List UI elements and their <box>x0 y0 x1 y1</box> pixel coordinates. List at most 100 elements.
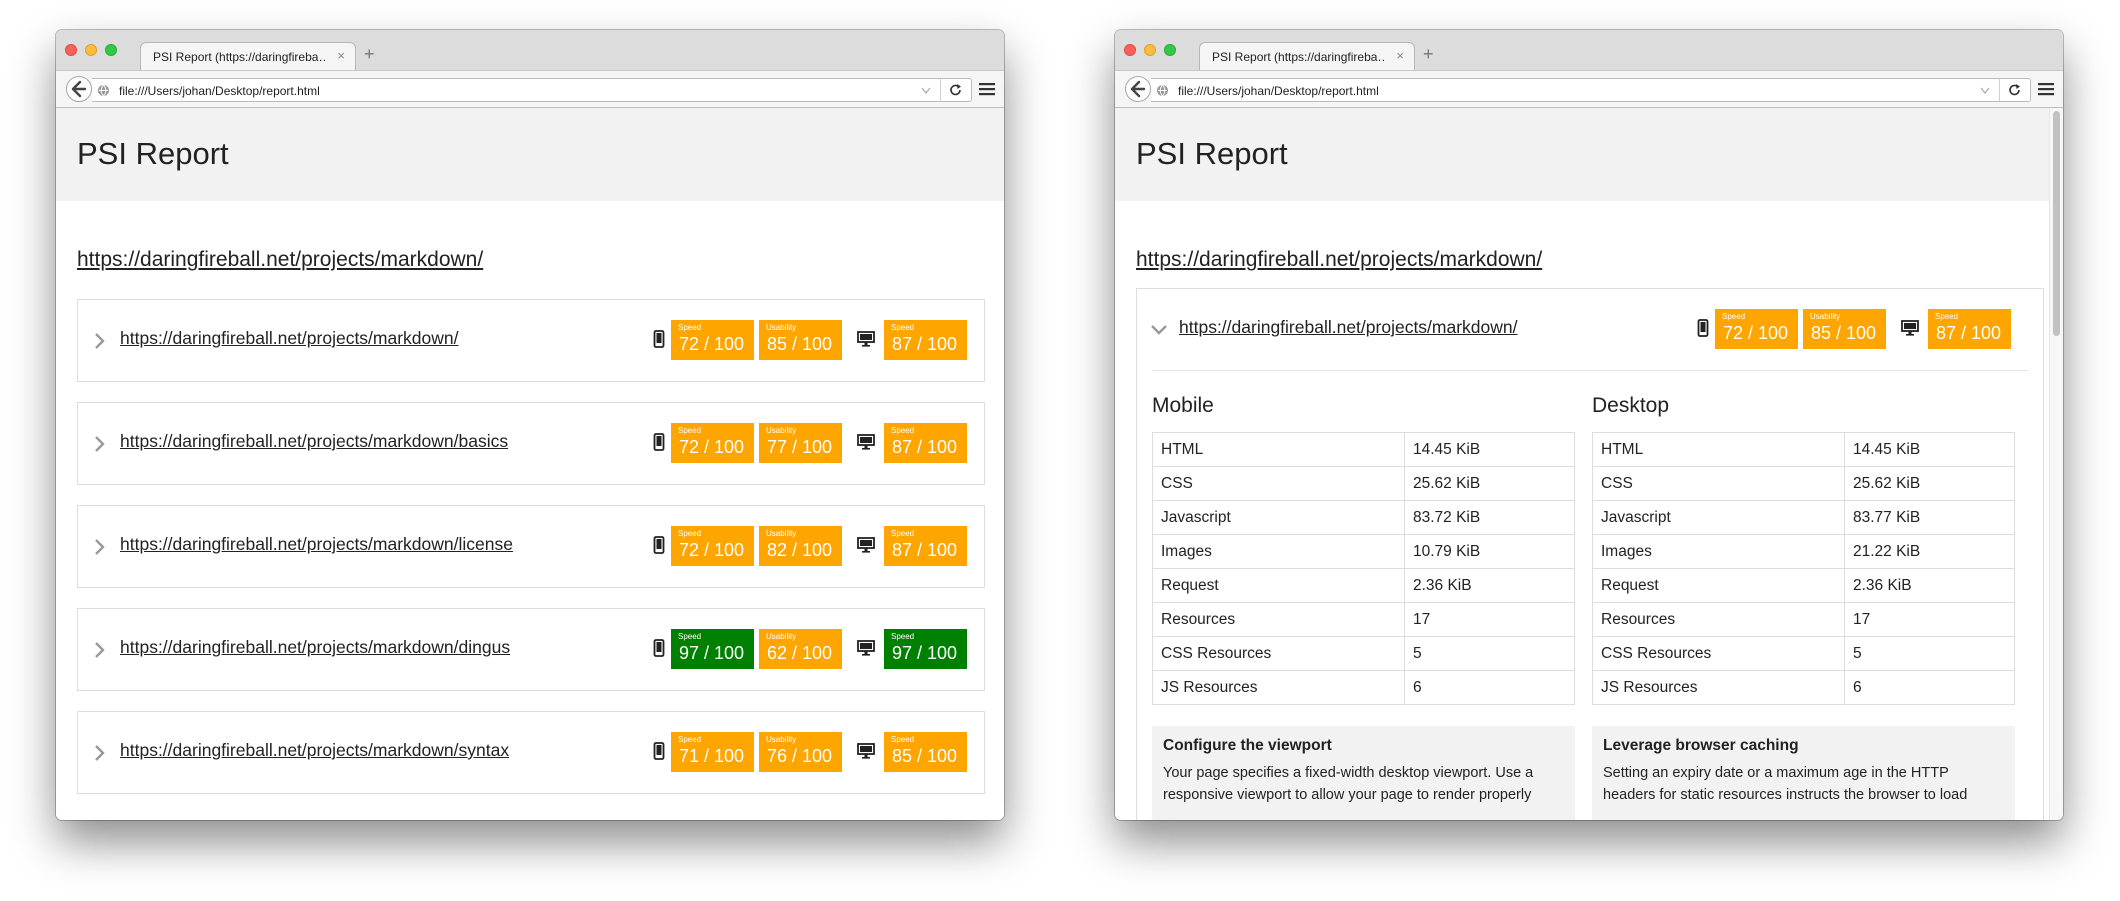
site-url-link[interactable]: https://daringfireball.net/projects/mark… <box>77 248 483 272</box>
badge-label: Speed <box>891 426 915 435</box>
desktop-monitor-icon <box>857 640 875 656</box>
mobile-device-icon <box>653 536 665 554</box>
url-dropdown-icon[interactable] <box>1980 84 1990 96</box>
hamburger-menu-icon[interactable] <box>978 80 996 98</box>
stat-value: 14.45 KiB <box>1844 432 2015 467</box>
badge-label: Usability <box>766 426 797 435</box>
stat-label: HTML <box>1592 432 1845 467</box>
page-url-link[interactable]: https://daringfireball.net/projects/mark… <box>120 431 508 452</box>
site-url-link[interactable]: https://daringfireball.net/projects/mark… <box>1136 248 1542 272</box>
desktop-section-title: Desktop <box>1592 394 1670 417</box>
desktop-stats-table: HTML 14.45 KiB CSS 25.62 KiB Javascript 83.… <box>1592 432 2015 705</box>
reload-button[interactable] <box>1999 79 2030 101</box>
back-button[interactable] <box>1125 76 1151 102</box>
browser-tab[interactable]: PSI Report (https://daringfireba… × <box>140 42 356 70</box>
tab-close-icon[interactable]: × <box>337 48 345 63</box>
new-tab-button[interactable]: + <box>364 44 375 64</box>
badge-label: Speed <box>678 426 702 435</box>
desktop-speed-badge: Speed 85 / 100 <box>884 732 967 772</box>
badge-score: 87 / 100 <box>892 334 958 354</box>
table-row: JS Resources 6 <box>1592 670 2015 705</box>
table-row: Images 10.79 KiB <box>1152 534 1575 569</box>
tab-close-icon[interactable]: × <box>1396 48 1404 63</box>
stat-label: Images <box>1152 534 1405 569</box>
back-button[interactable] <box>66 76 92 102</box>
vertical-scrollbar[interactable] <box>2049 108 2063 820</box>
mobile-usability-badge: Usability 85 / 100 <box>759 320 842 360</box>
stat-value: 6 <box>1844 670 2015 705</box>
desktop-speed-badge: Speed 87 / 100 <box>884 320 967 360</box>
browser-window-left: PSI Report (https://daringfireba… × + fi… <box>56 30 1004 820</box>
recommendation-title: Configure the viewport <box>1163 737 1332 754</box>
table-row: Javascript 83.77 KiB <box>1592 500 2015 535</box>
desktop-speed-badge: Speed 87 / 100 <box>884 423 967 463</box>
table-row: CSS Resources 5 <box>1152 636 1575 671</box>
browser-tab[interactable]: PSI Report (https://daringfireba… × <box>1199 42 1415 70</box>
table-row: Resources 17 <box>1152 602 1575 637</box>
reload-button[interactable] <box>940 79 971 101</box>
close-window-button[interactable] <box>1124 44 1136 56</box>
page-url-link[interactable]: https://daringfireball.net/projects/mark… <box>120 534 513 555</box>
badge-label: Speed <box>891 529 915 538</box>
page-title: PSI Report <box>1136 136 1288 171</box>
desktop-monitor-icon <box>857 331 875 347</box>
page-result-card[interactable]: https://daringfireball.net/projects/mark… <box>77 299 985 382</box>
back-arrow-icon <box>1130 80 1146 98</box>
zoom-window-button[interactable] <box>1164 44 1176 56</box>
table-row: Request 2.36 KiB <box>1152 568 1575 603</box>
stat-value: 17 <box>1404 602 1575 637</box>
chevron-right-icon[interactable] <box>94 744 106 762</box>
badge-score: 85 / 100 <box>767 334 833 354</box>
mobile-device-icon <box>653 639 665 657</box>
url-dropdown-icon[interactable] <box>921 84 931 96</box>
table-row: HTML 14.45 KiB <box>1592 432 2015 467</box>
reload-icon <box>950 84 961 96</box>
mobile-section-title: Mobile <box>1152 394 1214 417</box>
reload-icon <box>2009 84 2020 96</box>
page-result-card[interactable]: https://daringfireball.net/projects/mark… <box>77 402 985 485</box>
hamburger-menu-icon[interactable] <box>2037 80 2055 98</box>
chevron-down-icon[interactable] <box>1150 324 1168 336</box>
tab-bar: PSI Report (https://daringfireba… × + <box>1115 30 2063 70</box>
zoom-window-button[interactable] <box>105 44 117 56</box>
stat-label: Javascript <box>1152 500 1405 535</box>
badge-score: 72 / 100 <box>679 334 745 354</box>
address-bar[interactable]: file:///Users/johan/Desktop/report.html <box>92 78 972 102</box>
address-bar[interactable]: file:///Users/johan/Desktop/report.html <box>1151 78 2031 102</box>
mobile-recommendation: Configure the viewport Your page specifi… <box>1152 726 1575 820</box>
page-result-card[interactable]: https://daringfireball.net/projects/mark… <box>77 608 985 691</box>
chevron-right-icon[interactable] <box>94 641 106 659</box>
close-window-button[interactable] <box>65 44 77 56</box>
stat-label: Resources <box>1592 602 1845 637</box>
recommendation-text: Your page specifies a fixed-width deskto… <box>1163 765 1534 803</box>
page-result-card[interactable]: https://daringfireball.net/projects/mark… <box>77 505 985 588</box>
badge-score: 82 / 100 <box>767 540 833 560</box>
table-row: CSS 25.62 KiB <box>1592 466 2015 501</box>
stat-value: 2.36 KiB <box>1844 568 2015 603</box>
stat-value: 14.45 KiB <box>1404 432 1575 467</box>
table-row: Request 2.36 KiB <box>1592 568 2015 603</box>
scrollbar-thumb[interactable] <box>2053 111 2060 336</box>
divider <box>1152 370 2028 371</box>
chevron-right-icon[interactable] <box>94 332 106 350</box>
chevron-right-icon[interactable] <box>94 435 106 453</box>
desktop-monitor-icon <box>857 743 875 759</box>
minimize-window-button[interactable] <box>1144 44 1156 56</box>
badge-score: 72 / 100 <box>679 437 745 457</box>
navigation-bar: file:///Users/johan/Desktop/report.html <box>56 70 1004 108</box>
page-url-link[interactable]: https://daringfireball.net/projects/mark… <box>120 637 510 658</box>
stat-label: CSS <box>1592 466 1845 501</box>
chevron-right-icon[interactable] <box>94 538 106 556</box>
badge-score: 71 / 100 <box>679 746 745 766</box>
desktop-monitor-icon <box>857 434 875 450</box>
badge-score: 87 / 100 <box>892 437 958 457</box>
page-url-link[interactable]: https://daringfireball.net/projects/mark… <box>1179 317 1518 338</box>
mobile-speed-badge: Speed 72 / 100 <box>671 423 754 463</box>
new-tab-button[interactable]: + <box>1423 44 1434 64</box>
page-result-card[interactable]: https://daringfireball.net/projects/mark… <box>77 711 985 794</box>
page-url-link[interactable]: https://daringfireball.net/projects/mark… <box>120 740 509 761</box>
report-header: PSI Report <box>1115 108 2063 201</box>
page-url-link[interactable]: https://daringfireball.net/projects/mark… <box>120 328 459 349</box>
stat-label: HTML <box>1152 432 1405 467</box>
minimize-window-button[interactable] <box>85 44 97 56</box>
